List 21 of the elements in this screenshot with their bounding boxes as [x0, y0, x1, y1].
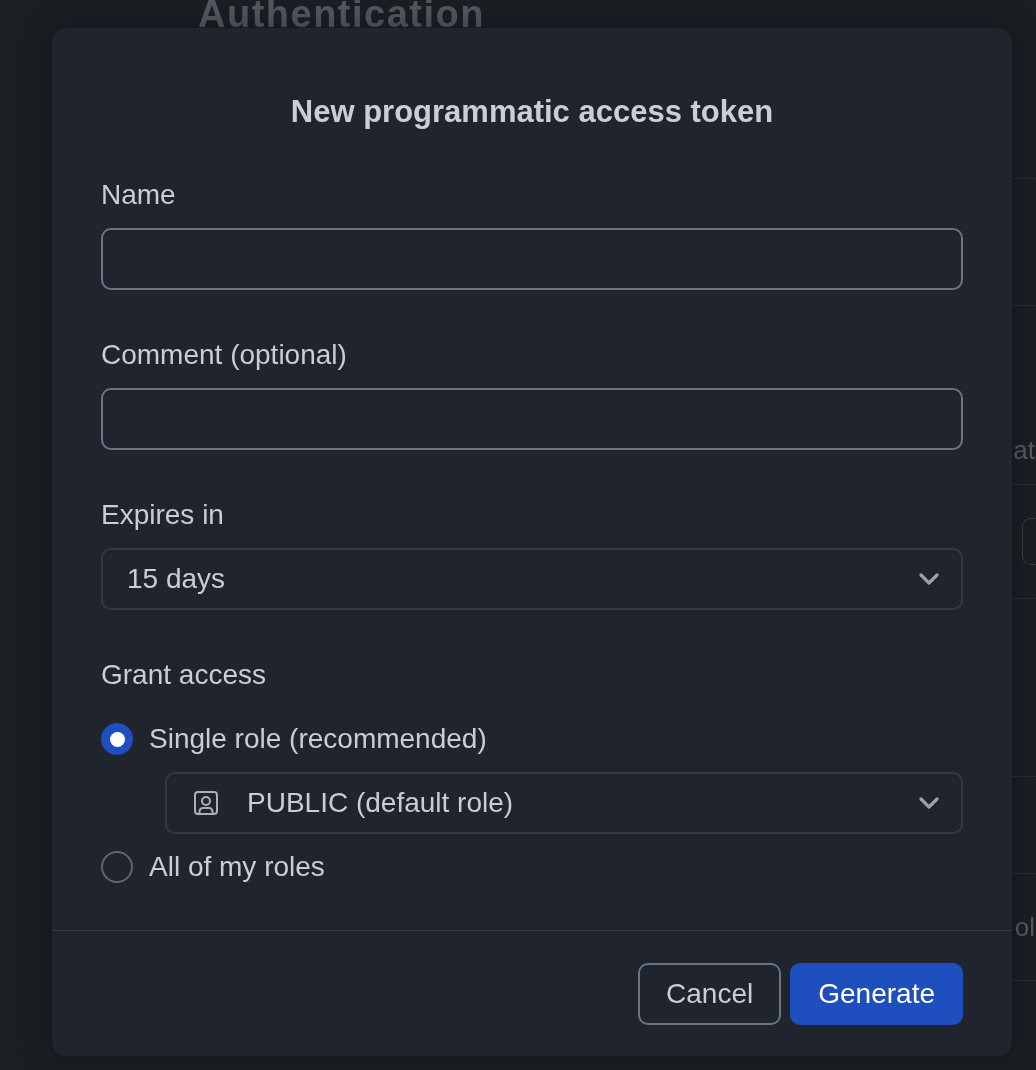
- table-cell-text: at: [1013, 434, 1035, 467]
- chevron-down-icon: [919, 797, 939, 809]
- field-label: Grant access: [101, 658, 266, 692]
- field-label: Expires in: [101, 498, 224, 532]
- text-input[interactable]: [101, 228, 963, 290]
- user-square-icon: [194, 791, 218, 815]
- chevron-down-icon: [919, 573, 939, 585]
- generate-button[interactable]: Generate: [790, 963, 963, 1025]
- radio-label[interactable]: Single role (recommended): [149, 722, 487, 756]
- role-dropdown[interactable]: PUBLIC (default role): [165, 772, 963, 834]
- table-cell-text: ol: [1014, 911, 1035, 944]
- text-input[interactable]: [101, 388, 963, 450]
- radio-label[interactable]: All of my roles: [149, 850, 325, 884]
- field-label: Comment (optional): [101, 338, 347, 372]
- radio-button[interactable]: [101, 723, 133, 755]
- dialog-title: New programmatic access token: [290, 94, 774, 130]
- radio-button[interactable]: [101, 851, 133, 883]
- cancel-button[interactable]: Cancel: [638, 963, 782, 1025]
- field-label: Name: [101, 178, 176, 212]
- dropdown[interactable]: 15 days: [101, 548, 963, 610]
- page-heading: Authentication: [198, 0, 485, 28]
